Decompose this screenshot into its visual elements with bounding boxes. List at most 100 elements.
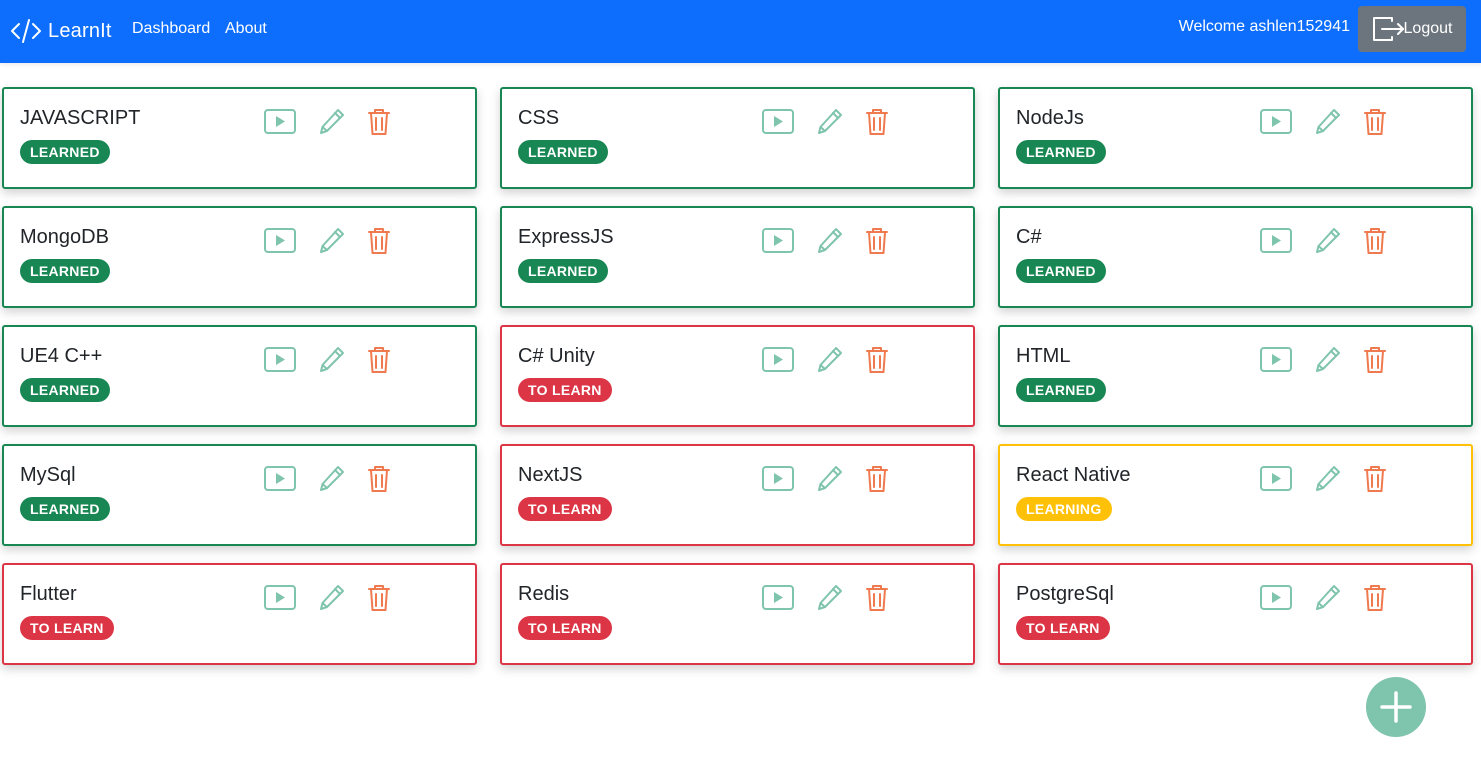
logout-icon bbox=[1372, 17, 1404, 41]
post-card: C# LEARNED bbox=[998, 206, 1473, 308]
pencil-icon[interactable] bbox=[319, 464, 345, 494]
play-icon[interactable] bbox=[263, 107, 297, 137]
trash-icon[interactable] bbox=[865, 226, 889, 256]
status-badge: LEARNED bbox=[1016, 378, 1106, 402]
pencil-icon[interactable] bbox=[817, 226, 843, 256]
nav-about-link[interactable]: About bbox=[225, 20, 267, 38]
post-card: UE4 C++ LEARNED bbox=[2, 325, 477, 427]
pencil-icon[interactable] bbox=[1315, 345, 1341, 375]
logout-label: Logout bbox=[1403, 20, 1453, 37]
post-card: Redis TO LEARN bbox=[500, 563, 975, 665]
add-post-button[interactable] bbox=[1366, 677, 1426, 737]
status-badge: LEARNED bbox=[518, 140, 608, 164]
trash-icon[interactable] bbox=[367, 583, 391, 613]
navbar: LearnIt Dashboard About Welcome ashlen15… bbox=[0, 0, 1481, 63]
status-badge: TO LEARN bbox=[20, 616, 114, 640]
play-icon[interactable] bbox=[1259, 226, 1293, 256]
post-title: MySql bbox=[20, 464, 76, 486]
status-badge: LEARNED bbox=[1016, 259, 1106, 283]
post-title: NextJS bbox=[518, 464, 583, 486]
pencil-icon[interactable] bbox=[1315, 107, 1341, 137]
post-title: UE4 C++ bbox=[20, 345, 103, 367]
posts-grid: JAVASCRIPT LEARNED CSS LEARNED NodeJs LE… bbox=[2, 87, 1474, 665]
post-title: JAVASCRIPT bbox=[20, 107, 141, 129]
status-badge: LEARNING bbox=[1016, 497, 1112, 521]
play-icon[interactable] bbox=[761, 345, 795, 375]
post-title: ExpressJS bbox=[518, 226, 614, 248]
trash-icon[interactable] bbox=[367, 226, 391, 256]
trash-icon[interactable] bbox=[367, 107, 391, 137]
post-title: React Native bbox=[1016, 464, 1131, 486]
post-title: Redis bbox=[518, 583, 570, 605]
play-icon[interactable] bbox=[1259, 583, 1293, 613]
post-card: JAVASCRIPT LEARNED bbox=[2, 87, 477, 189]
status-badge: LEARNED bbox=[20, 378, 110, 402]
play-icon[interactable] bbox=[263, 226, 297, 256]
logout-button[interactable]: Logout bbox=[1358, 6, 1466, 52]
play-icon[interactable] bbox=[263, 583, 297, 613]
plus-icon bbox=[1380, 691, 1412, 723]
pencil-icon[interactable] bbox=[1315, 464, 1341, 494]
trash-icon[interactable] bbox=[1363, 583, 1387, 613]
pencil-icon[interactable] bbox=[817, 464, 843, 494]
play-icon[interactable] bbox=[1259, 464, 1293, 494]
post-card: PostgreSql TO LEARN bbox=[998, 563, 1473, 665]
trash-icon[interactable] bbox=[1363, 464, 1387, 494]
play-icon[interactable] bbox=[263, 345, 297, 375]
status-badge: LEARNED bbox=[518, 259, 608, 283]
status-badge: TO LEARN bbox=[518, 616, 612, 640]
status-badge: LEARNED bbox=[20, 259, 110, 283]
trash-icon[interactable] bbox=[1363, 345, 1387, 375]
play-icon[interactable] bbox=[761, 226, 795, 256]
post-title: MongoDB bbox=[20, 226, 109, 248]
trash-icon[interactable] bbox=[865, 345, 889, 375]
post-card: MySql LEARNED bbox=[2, 444, 477, 546]
post-card: CSS LEARNED bbox=[500, 87, 975, 189]
status-badge: LEARNED bbox=[20, 497, 110, 521]
pencil-icon[interactable] bbox=[1315, 583, 1341, 613]
status-badge: TO LEARN bbox=[1016, 616, 1110, 640]
post-card: ExpressJS LEARNED bbox=[500, 206, 975, 308]
nav-dashboard-link[interactable]: Dashboard bbox=[132, 20, 210, 38]
trash-icon[interactable] bbox=[865, 464, 889, 494]
status-badge: LEARNED bbox=[1016, 140, 1106, 164]
pencil-icon[interactable] bbox=[319, 107, 345, 137]
status-badge: TO LEARN bbox=[518, 378, 612, 402]
pencil-icon[interactable] bbox=[817, 583, 843, 613]
pencil-icon[interactable] bbox=[319, 345, 345, 375]
post-card: NextJS TO LEARN bbox=[500, 444, 975, 546]
status-badge: LEARNED bbox=[20, 140, 110, 164]
play-icon[interactable] bbox=[263, 464, 297, 494]
post-title: NodeJs bbox=[1016, 107, 1084, 129]
trash-icon[interactable] bbox=[367, 464, 391, 494]
play-icon[interactable] bbox=[761, 464, 795, 494]
post-card: NodeJs LEARNED bbox=[998, 87, 1473, 189]
brand-name: LearnIt bbox=[48, 19, 112, 42]
pencil-icon[interactable] bbox=[817, 345, 843, 375]
pencil-icon[interactable] bbox=[319, 583, 345, 613]
pencil-icon[interactable] bbox=[817, 107, 843, 137]
trash-icon[interactable] bbox=[865, 583, 889, 613]
post-title: CSS bbox=[518, 107, 560, 129]
post-card: React Native LEARNING bbox=[998, 444, 1473, 546]
play-icon[interactable] bbox=[761, 107, 795, 137]
trash-icon[interactable] bbox=[367, 345, 391, 375]
post-card: MongoDB LEARNED bbox=[2, 206, 477, 308]
brand-link[interactable]: LearnIt bbox=[10, 14, 112, 48]
post-title: Flutter bbox=[20, 583, 77, 605]
trash-icon[interactable] bbox=[1363, 226, 1387, 256]
welcome-text: Welcome ashlen152941 bbox=[1178, 18, 1350, 35]
trash-icon[interactable] bbox=[1363, 107, 1387, 137]
post-title: C# Unity bbox=[518, 345, 595, 367]
play-icon[interactable] bbox=[1259, 345, 1293, 375]
status-badge: TO LEARN bbox=[518, 497, 612, 521]
play-icon[interactable] bbox=[1259, 107, 1293, 137]
pencil-icon[interactable] bbox=[319, 226, 345, 256]
post-card: HTML LEARNED bbox=[998, 325, 1473, 427]
trash-icon[interactable] bbox=[865, 107, 889, 137]
code-icon bbox=[11, 19, 41, 43]
post-title: C# bbox=[1016, 226, 1042, 248]
post-title: PostgreSql bbox=[1016, 583, 1114, 605]
pencil-icon[interactable] bbox=[1315, 226, 1341, 256]
play-icon[interactable] bbox=[761, 583, 795, 613]
